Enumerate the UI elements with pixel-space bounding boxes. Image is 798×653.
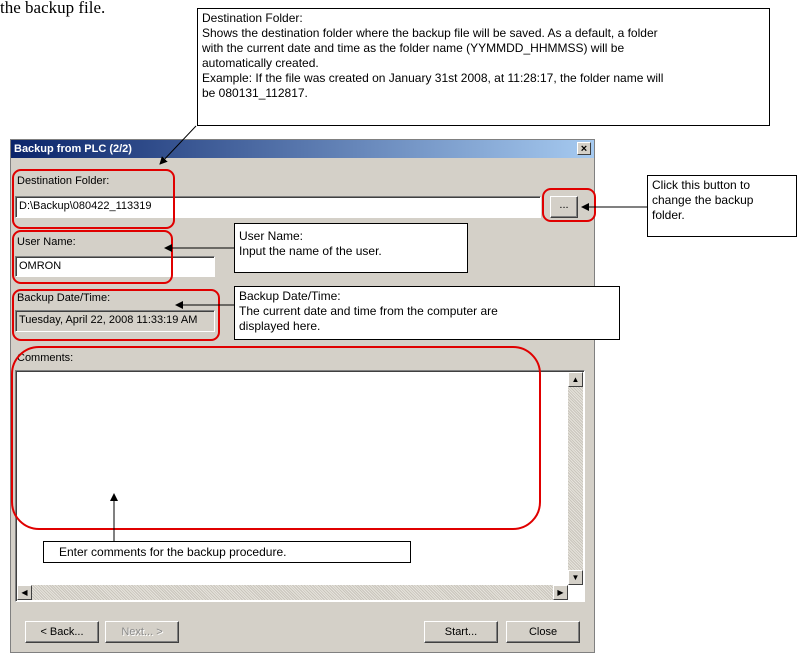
annotation-arrows [110, 125, 647, 541]
destination-arrow [159, 125, 197, 165]
